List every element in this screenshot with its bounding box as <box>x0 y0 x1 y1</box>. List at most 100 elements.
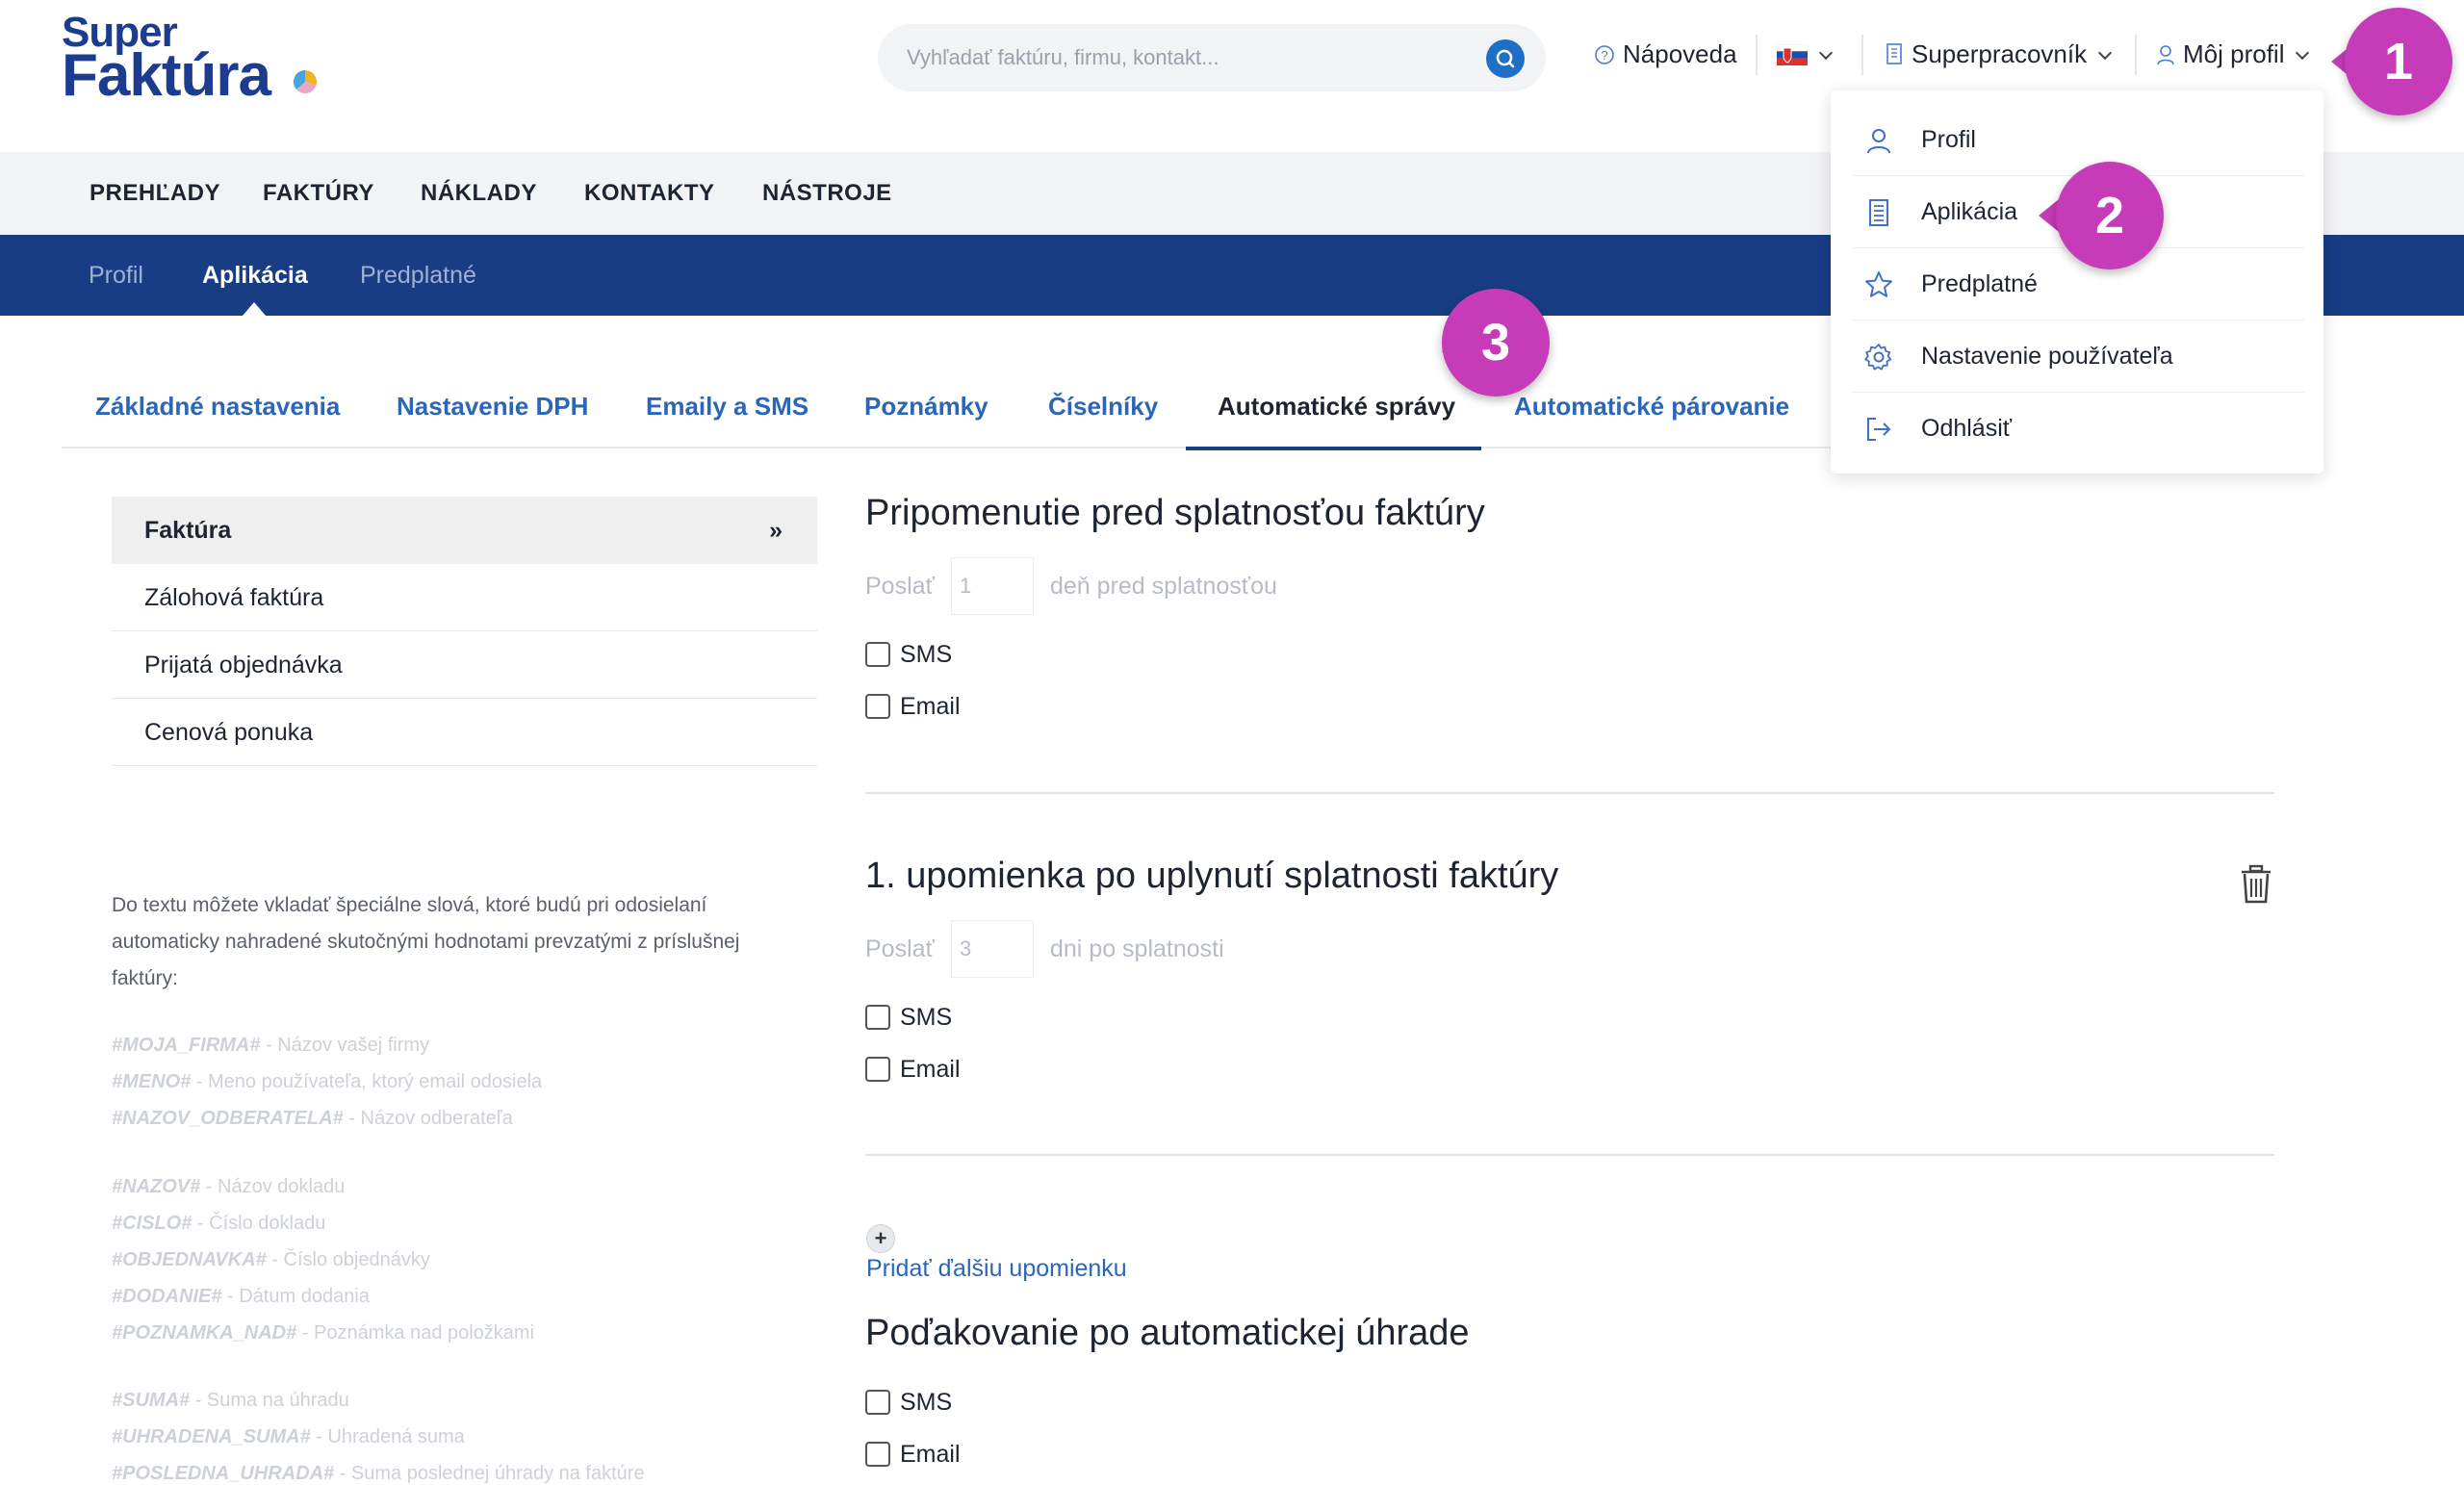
menu-item-prijata-objednavka[interactable]: Prijatá objednávka <box>112 631 817 699</box>
days-suffix-label: dni po splatnosti <box>1050 935 1224 962</box>
email-label: Email <box>900 1056 961 1083</box>
sub-nav-profil[interactable]: Profil <box>89 258 143 293</box>
sms-checkbox[interactable] <box>865 642 890 667</box>
email-label: Email <box>900 693 961 720</box>
menu-item-cenova-ponuka[interactable]: Cenová ponuka <box>112 699 817 766</box>
sms-checkbox-row[interactable]: SMS <box>865 637 1058 672</box>
superfaktura-logo[interactable]: Super Faktúra <box>62 12 341 108</box>
email-checkbox[interactable] <box>865 694 890 719</box>
main-nav-nastroje[interactable]: NÁSTROJE <box>762 176 892 211</box>
delete-reminder-button[interactable] <box>2239 864 2273 905</box>
variable-tag: #POSLEDNA_UHRADA# <box>112 1463 335 1484</box>
variable-tag: #NAZOV_ODBERATELA# <box>112 1108 344 1129</box>
sub-nav-aplikacia[interactable]: Aplikácia <box>202 258 308 293</box>
svg-text:?: ? <box>1601 48 1607 63</box>
variable-tag: #UHRADENA_SUMA# <box>112 1426 311 1447</box>
variable-row: #POZNAMKA_NAD# - Poznámka nad položkami <box>112 1315 805 1351</box>
tab-emaily-a-sms[interactable]: Emaily a SMS <box>646 389 808 423</box>
sms-checkbox[interactable] <box>865 1390 890 1415</box>
profile-label: Môj profil <box>2183 39 2285 68</box>
dropdown-item-label: Profil <box>1921 126 1976 153</box>
main-nav-kontakty[interactable]: KONTAKTY <box>584 176 715 211</box>
email-checkbox-row[interactable]: Email <box>865 1052 1058 1087</box>
tab-ciselniky[interactable]: Číselníky <box>1048 389 1158 423</box>
placeholder-help-text: Do textu môžete vkladať špeciálne slová,… <box>112 894 740 989</box>
days-after-due-input[interactable]: 3 <box>951 920 1034 978</box>
role-selector[interactable]: Superpracovník <box>1885 37 2113 71</box>
variable-desc: - Číslo dokladu <box>192 1213 326 1234</box>
active-sub-nav-indicator <box>243 302 266 316</box>
variable-desc: - Názov vašej firmy <box>260 1035 430 1056</box>
email-checkbox-row[interactable]: Email <box>865 689 1058 724</box>
variable-desc: - Názov dokladu <box>200 1176 346 1197</box>
gear-icon <box>1864 344 1892 371</box>
document-type-menu: Faktúra » Zálohová faktúra Prijatá objed… <box>112 497 817 766</box>
send-label: Poslať <box>865 573 935 600</box>
search-input[interactable] <box>907 40 1465 75</box>
profile-menu-button[interactable]: Môj profil <box>2156 37 2310 71</box>
variable-tag: #OBJEDNAVKA# <box>112 1249 267 1270</box>
search-icon <box>1496 49 1515 68</box>
tab-nastavenie-dph[interactable]: Nastavenie DPH <box>397 389 588 423</box>
step-badge-2: 2 <box>2056 162 2164 269</box>
sms-label: SMS <box>900 1004 953 1031</box>
dropdown-item-label: Aplikácia <box>1921 198 2018 225</box>
menu-item-zalohova-faktura[interactable]: Zálohová faktúra <box>112 564 817 631</box>
tabs-divider <box>62 447 1833 448</box>
variable-row: #DODANIE# - Dátum dodania <box>112 1278 805 1315</box>
star-icon <box>1865 271 1892 297</box>
days-before-due-input[interactable]: 1 <box>951 557 1034 615</box>
variable-desc: - Názov odberateľa <box>343 1108 513 1129</box>
add-reminder-plus-button[interactable]: + <box>866 1224 895 1253</box>
dropdown-item-label: Odhlásiť <box>1921 415 2013 442</box>
variable-desc: - Dátum dodania <box>221 1286 370 1307</box>
email-checkbox[interactable] <box>865 1057 890 1082</box>
sms-checkbox-row[interactable]: SMS <box>865 1000 1058 1035</box>
days-suffix-label: deň pred splatnosťou <box>1050 573 1277 600</box>
logo-line-2: Faktúra <box>62 42 271 109</box>
sms-label: SMS <box>900 1389 953 1416</box>
add-reminder-link[interactable]: Pridať ďalšiu upomienku <box>866 1251 1127 1286</box>
variable-desc: - Meno používateľa, ktorý email odosiela <box>191 1071 543 1092</box>
variable-row: #NAZOV# - Názov dokladu <box>112 1168 805 1205</box>
header-divider <box>1756 35 1758 75</box>
language-selector[interactable] <box>1776 37 1834 71</box>
logout-icon <box>1867 418 1891 441</box>
header-divider <box>2135 35 2137 75</box>
email-label: Email <box>900 1441 961 1468</box>
sms-checkbox-row[interactable]: SMS <box>865 1385 1058 1420</box>
dropdown-item-odhlasit[interactable]: Odhlásiť <box>1852 393 2304 465</box>
tab-automaticke-spravy[interactable]: Automatické správy <box>1218 389 1455 423</box>
trash-icon <box>2242 864 2271 904</box>
search-button[interactable] <box>1486 39 1525 78</box>
chevron-down-icon <box>2098 45 2113 61</box>
role-label: Superpracovník <box>1912 39 2088 68</box>
step-badge-1: 1 <box>2345 8 2452 115</box>
profile-dropdown-menu: Profil Aplikácia Predplatné Nastavenie p… <box>1831 90 2323 474</box>
dropdown-item-nastavenie-pouzivatela[interactable]: Nastavenie používateľa <box>1852 320 2304 393</box>
email-checkbox-row[interactable]: Email <box>865 1437 1058 1472</box>
user-icon <box>1867 129 1890 154</box>
menu-item-label: Zálohová faktúra <box>144 584 324 611</box>
logo-pie-icon <box>293 69 317 94</box>
menu-item-faktura[interactable]: Faktúra » <box>112 497 817 564</box>
tab-automaticke-parovanie[interactable]: Automatické párovanie <box>1514 389 1789 423</box>
section-title-first-reminder: 1. upomienka po uplynutí splatnosti fakt… <box>865 856 1559 896</box>
variable-row: #POSLEDNA_UHRADA# - Suma poslednej úhrad… <box>112 1455 805 1485</box>
email-checkbox[interactable] <box>865 1442 890 1467</box>
tab-poznamky[interactable]: Poznámky <box>864 389 988 423</box>
variable-tag: #MOJA_FIRMA# <box>112 1035 261 1056</box>
section-title-thank-you: Poďakovanie po automatickej úhrade <box>865 1313 1470 1353</box>
main-nav-prehlady[interactable]: PREHĽADY <box>90 176 220 211</box>
tab-zakladne-nastavenia[interactable]: Základné nastavenia <box>95 389 340 423</box>
sms-checkbox[interactable] <box>865 1005 890 1030</box>
main-nav-naklady[interactable]: NÁKLADY <box>421 176 537 211</box>
building-icon <box>1886 43 1902 64</box>
help-link[interactable]: ? Nápoveda <box>1594 37 1737 71</box>
menu-item-label: Faktúra <box>144 517 232 544</box>
double-chevron-right-icon: » <box>769 517 783 544</box>
variable-desc: - Poznámka nad položkami <box>296 1322 535 1344</box>
sub-nav-predplatne[interactable]: Predplatné <box>360 258 476 293</box>
chevron-down-icon <box>1818 45 1834 61</box>
main-nav-faktury[interactable]: FAKTÚRY <box>263 176 374 211</box>
